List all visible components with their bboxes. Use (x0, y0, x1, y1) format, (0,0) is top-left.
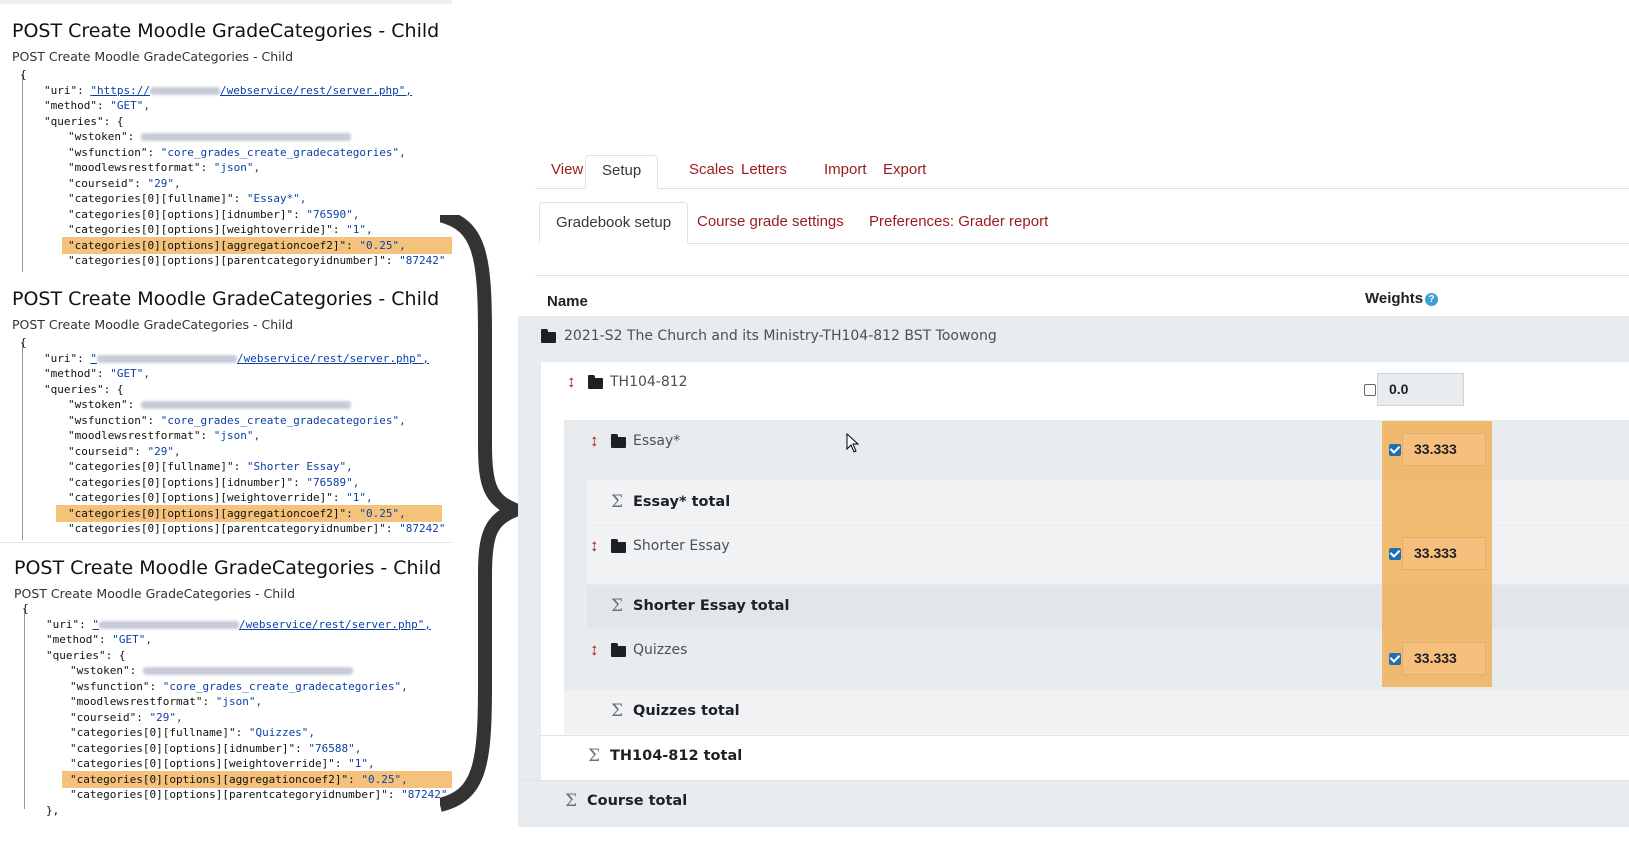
move-icon[interactable]: ↕ (590, 641, 600, 659)
weight-override-checkbox[interactable] (1364, 384, 1376, 396)
curly-brace-connector (440, 215, 520, 812)
open-brace: { (20, 68, 27, 81)
weight-input[interactable]: 0.0 (1377, 373, 1464, 406)
folder-icon (611, 539, 626, 553)
request-panel-2: POST Create Moodle GradeCategories - Chi… (0, 272, 452, 540)
sigma-icon: Σ (611, 596, 624, 616)
sigma-icon: Σ (611, 701, 624, 721)
request-subtitle: POST Create Moodle GradeCategories - Chi… (14, 586, 296, 601)
weight-input[interactable]: 33.333 (1402, 537, 1486, 570)
table-header-divider (535, 275, 1629, 276)
child-total-name: Essay* total (633, 494, 731, 510)
column-weights-header: Weights? (1365, 290, 1439, 307)
weight-input[interactable]: 33.333 (1402, 642, 1486, 675)
tab-gradebook-setup[interactable]: Gradebook setup (539, 202, 689, 244)
parent-total-name: TH104-812 total (610, 748, 743, 764)
gradebook-setup-view: View Setup Scales Letters Import Export … (518, 0, 1629, 863)
sigma-icon: Σ (611, 492, 624, 512)
uri-value[interactable]: "/webservice/rest/server.php", (92, 618, 431, 631)
move-icon[interactable]: ↕ (590, 537, 600, 555)
request-title: POST Create Moodle GradeCategories - Chi… (12, 288, 440, 310)
request-title: POST Create Moodle GradeCategories - Chi… (12, 20, 440, 42)
uri-value[interactable]: "/webservice/rest/server.php", (90, 352, 429, 365)
course-category-name: 2021-S2 The Church and its Ministry-TH10… (564, 328, 997, 344)
move-icon[interactable]: ↕ (590, 432, 600, 450)
child-category-name: Shorter Essay (633, 538, 730, 554)
tab-course-grade-settings[interactable]: Course grade settings (681, 202, 860, 243)
tab-setup[interactable]: Setup (585, 155, 659, 189)
child-category-name: Essay* (633, 433, 681, 449)
child-total-name: Quizzes total (633, 703, 740, 719)
weight-input[interactable]: 33.333 (1402, 433, 1486, 466)
folder-icon (611, 643, 626, 657)
weight-override-checkbox[interactable] (1389, 444, 1401, 456)
tab-preferences-grader-report[interactable]: Preferences: Grader report (853, 202, 1064, 243)
tab-export[interactable]: Export (867, 155, 942, 188)
mouse-pointer-icon (846, 433, 860, 453)
open-brace: { (20, 336, 27, 349)
weight-override-checkbox[interactable] (1389, 653, 1401, 665)
weight-override-checkbox[interactable] (1389, 548, 1401, 560)
request-subtitle: POST Create Moodle GradeCategories - Chi… (12, 317, 294, 332)
sigma-icon: Σ (588, 746, 601, 766)
sigma-icon: Σ (565, 791, 578, 811)
folder-icon (611, 434, 626, 448)
request-title: POST Create Moodle GradeCategories - Chi… (14, 557, 442, 579)
secondary-tabs: Gradebook setup Course grade settings Pr… (539, 202, 1629, 244)
request-subtitle: POST Create Moodle GradeCategories - Chi… (12, 49, 294, 64)
move-icon[interactable]: ↕ (567, 373, 577, 391)
folder-icon (541, 329, 556, 343)
tab-letters[interactable]: Letters (725, 155, 803, 188)
request-panel-1: POST Create Moodle GradeCategories - Chi… (0, 4, 452, 272)
close-brace: }, (46, 803, 60, 817)
help-icon[interactable]: ? (1425, 292, 1439, 306)
course-total-name: Course total (587, 793, 688, 809)
parent-category-name: TH104-812 (610, 374, 688, 390)
primary-tabs: View Setup Scales Letters Import Export (535, 155, 1629, 189)
uri-value[interactable]: "https:///webservice/rest/server.php", (90, 84, 412, 97)
request-panel-3: POST Create Moodle GradeCategories - Chi… (0, 542, 452, 833)
column-name-header: Name (547, 293, 588, 310)
child-total-name: Shorter Essay total (633, 598, 790, 614)
open-brace: { (22, 602, 29, 615)
child-category-name: Quizzes (633, 642, 688, 658)
folder-icon (588, 375, 603, 389)
